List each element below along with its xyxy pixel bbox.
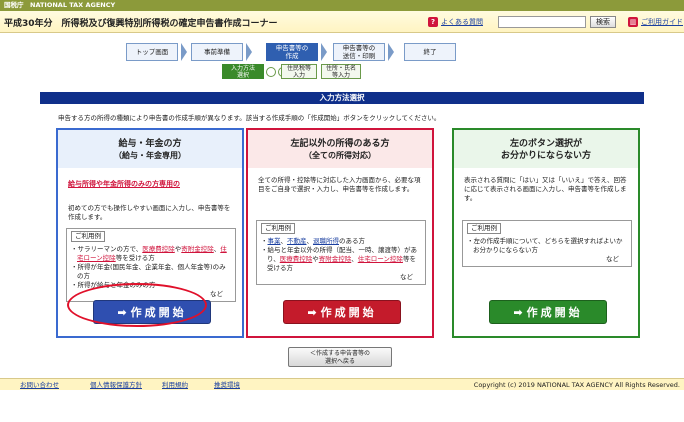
section-title: 入力方法選択 — [40, 92, 644, 104]
highlight-circle — [67, 283, 207, 327]
step-send-print: 申告書等の 送信・印刷 — [333, 43, 385, 61]
example-item: ・サラリーマンの方で、医療費控除や寄附金控除、住宅ローン控除等を受ける方 — [71, 245, 231, 263]
step-create-line2: 作成 — [285, 51, 299, 60]
example-item: ・左の作成手順について、どちらを選択すればよいかお分かりにならない方 — [467, 237, 623, 254]
housing-loan-link[interactable]: 住宅ローン控除 — [358, 255, 403, 263]
medical-deduction-link[interactable]: 医療費控除 — [280, 255, 313, 263]
step-top: トップ画面 — [126, 43, 178, 61]
book-icon: ▥ — [628, 17, 638, 27]
back-button[interactable]: ＜作成する申告書等の 選択へ戻る — [288, 347, 392, 367]
substep-line2: 選択 — [236, 71, 249, 79]
example-item: ・事業、不動産、退職所得のある方 — [261, 237, 421, 246]
footer-link-privacy[interactable]: 個人情報保護方針 — [90, 379, 142, 391]
search-input[interactable] — [498, 16, 586, 28]
back-button-line1: ＜作成する申告書等の — [309, 350, 370, 357]
panel-desc: 初めての方でも操作しやすい画面に入力し、申告書等を作成します。 — [68, 204, 231, 221]
substep-line2: 等入力 — [331, 71, 350, 79]
etc-text: など — [606, 255, 619, 263]
panel-subtitle: （給与・年金専用） — [114, 151, 186, 160]
step-arrow-icon — [246, 43, 252, 61]
create-start-button[interactable]: ➡ 作成開始 — [283, 300, 401, 324]
ex-text: 等を受ける方 — [115, 254, 155, 262]
arrow-right-icon: ➡ — [307, 306, 317, 319]
example-label: ご利用例 — [71, 231, 105, 242]
back-button-line2: 選択へ戻る — [324, 358, 355, 365]
example-item: ・所得が年金(国民年金、企業年金、個人年金等)のみの方 — [71, 263, 226, 280]
retirement-link[interactable]: 退職所得 — [313, 237, 339, 245]
step-arrow-icon — [181, 43, 187, 61]
page-header: 平成30年分 所得税及び復興特別所得税の確定申告書作成コーナー ? よくある質問… — [0, 11, 684, 33]
footer-link-contact[interactable]: お問い合わせ — [20, 379, 59, 391]
donation-deduction-link[interactable]: 寄附金控除 — [319, 255, 352, 263]
substep-input-method: 入力方法 選択 — [222, 64, 264, 79]
ex-text: ・サラリーマンの方で、 — [71, 245, 143, 253]
panel-desc: 全ての所得・控除等に対応した入力画面から、必要な項目をご自身で選択・入力し、申告… — [258, 176, 421, 193]
copyright: Copyright (c) 2019 NATIONAL TAX AGENCY A… — [473, 381, 680, 389]
step-prepare: 事前準備 — [191, 43, 243, 61]
page-title: 平成30年分 所得税及び復興特別所得税の確定申告書作成コーナー — [4, 19, 278, 29]
substep-resident-tax: 住民税等 入力 — [281, 64, 317, 79]
footer-link-terms[interactable]: 利用規約 — [162, 379, 188, 391]
panel-title: 左のボタン選択が — [509, 139, 582, 149]
search-button[interactable]: 検索 — [590, 16, 616, 28]
panel-desc-highlight: 給与所得や年金所得のみの方専用の — [68, 180, 180, 188]
donation-deduction-link[interactable]: 寄附金控除 — [181, 245, 214, 253]
step-arrow-icon — [321, 43, 327, 61]
instruction-text: 申告する方の所得の種類により申告書の作成手順が異なります。該当する作成手順の「作… — [58, 114, 441, 122]
step-end: 終了 — [404, 43, 456, 61]
panel-not-sure: 左のボタン選択が お分かりにならない方 表示される質問に「はい」又は「いいえ」で… — [452, 128, 640, 338]
example-label: ご利用例 — [261, 223, 295, 234]
medical-deduction-link[interactable]: 医療費控除 — [142, 245, 175, 253]
ex-text: のある方 — [339, 237, 365, 245]
page-footer: お問い合わせ 個人情報保護方針 利用規約 推奨環境 Copyright (c) … — [0, 378, 684, 390]
panel-title: 給与・年金の方 — [118, 139, 182, 149]
create-start-label: 作成開始 — [526, 306, 583, 319]
panel-title-2: お分かりにならない方 — [500, 151, 591, 161]
business-link[interactable]: 事業 — [268, 237, 281, 245]
footer-link-env[interactable]: 推奨環境 — [214, 379, 240, 391]
question-icon: ? — [428, 17, 438, 27]
agency-topbar: 国税庁 NATIONAL TAX AGENCY — [0, 0, 684, 11]
example-box: ご利用例 ・事業、不動産、退職所得のある方 ・給与と年金以外の所得（配当、一時、… — [256, 220, 426, 285]
panel-header: 左のボタン選択が お分かりにならない方 — [454, 130, 638, 168]
panel-title: 左記以外の所得のある方 — [290, 139, 390, 149]
progress-dot-icon — [266, 67, 276, 77]
create-start-button[interactable]: ➡ 作成開始 — [489, 300, 607, 324]
substep-line2: 入力 — [292, 71, 305, 79]
step-send-line2: 送信・印刷 — [342, 51, 376, 60]
panel-desc: 表示される質問に「はい」又は「いいえ」で答え、回答に応じて表示される画面に入力し… — [464, 176, 627, 202]
create-start-label: 作成開始 — [320, 306, 377, 319]
etc-text: など — [400, 273, 413, 281]
arrow-right-icon: ➡ — [513, 306, 523, 319]
panel-other-income: 左記以外の所得のある方 （全ての所得対応） 全ての所得・控除等に対応した入力画面… — [246, 128, 434, 338]
real-estate-link[interactable]: 不動産 — [287, 237, 307, 245]
panel-header: 左記以外の所得のある方 （全ての所得対応） — [248, 130, 432, 168]
guide-link[interactable]: ご利用ガイド — [641, 17, 683, 27]
example-label: ご利用例 — [467, 223, 501, 234]
substep-address: 住所・氏名 等入力 — [321, 64, 361, 79]
example-box: ご利用例 ・左の作成手順について、どちらを選択すればよいかお分かりにならない方 … — [462, 220, 632, 267]
step-arrow-icon — [388, 43, 394, 61]
panel-subtitle: （全ての所得対応） — [304, 151, 376, 160]
faq-link[interactable]: よくある質問 — [441, 17, 483, 27]
panel-header: 給与・年金の方 （給与・年金専用） — [58, 130, 242, 168]
step-create: 申告書等の 作成 — [266, 43, 318, 61]
example-item: ・給与と年金以外の所得（配当、一時、譲渡等）があり、医療費控除や寄附金控除、住宅… — [261, 246, 421, 273]
